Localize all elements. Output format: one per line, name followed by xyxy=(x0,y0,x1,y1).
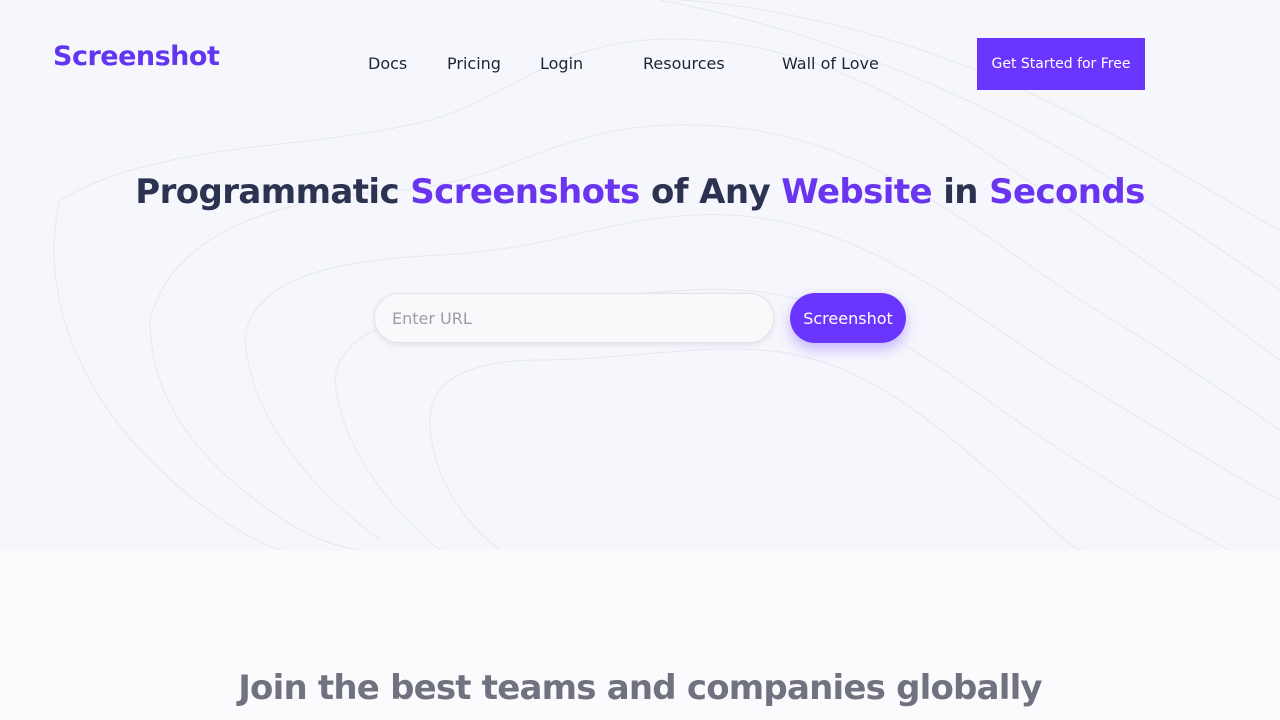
hero-section: Screenshot Docs Pricing Login Resources … xyxy=(0,0,1280,550)
headline-text-2: of Any xyxy=(639,172,782,212)
nav-pricing-link[interactable]: Pricing xyxy=(447,54,501,73)
hero-headline: Programmatic Screenshots of Any Website … xyxy=(0,172,1280,212)
get-started-button[interactable]: Get Started for Free xyxy=(977,38,1145,90)
headline-accent-seconds: Seconds xyxy=(989,172,1145,212)
headline-text-1: Programmatic xyxy=(135,172,411,212)
headline-accent-website: Website xyxy=(781,172,932,212)
nav-login-link[interactable]: Login xyxy=(540,54,583,73)
teams-heading: Join the best teams and companies global… xyxy=(238,668,1042,708)
headline-accent-screenshots: Screenshots xyxy=(410,172,640,212)
nav-docs-link[interactable]: Docs xyxy=(368,54,407,73)
nav-resources-link[interactable]: Resources xyxy=(643,54,725,73)
nav-wall-of-love-link[interactable]: Wall of Love xyxy=(782,54,879,73)
headline-text-3: in xyxy=(931,172,990,212)
screenshot-button[interactable]: Screenshot xyxy=(790,293,906,343)
url-input[interactable] xyxy=(374,293,774,343)
brand-logo[interactable]: Screenshot xyxy=(53,41,220,72)
